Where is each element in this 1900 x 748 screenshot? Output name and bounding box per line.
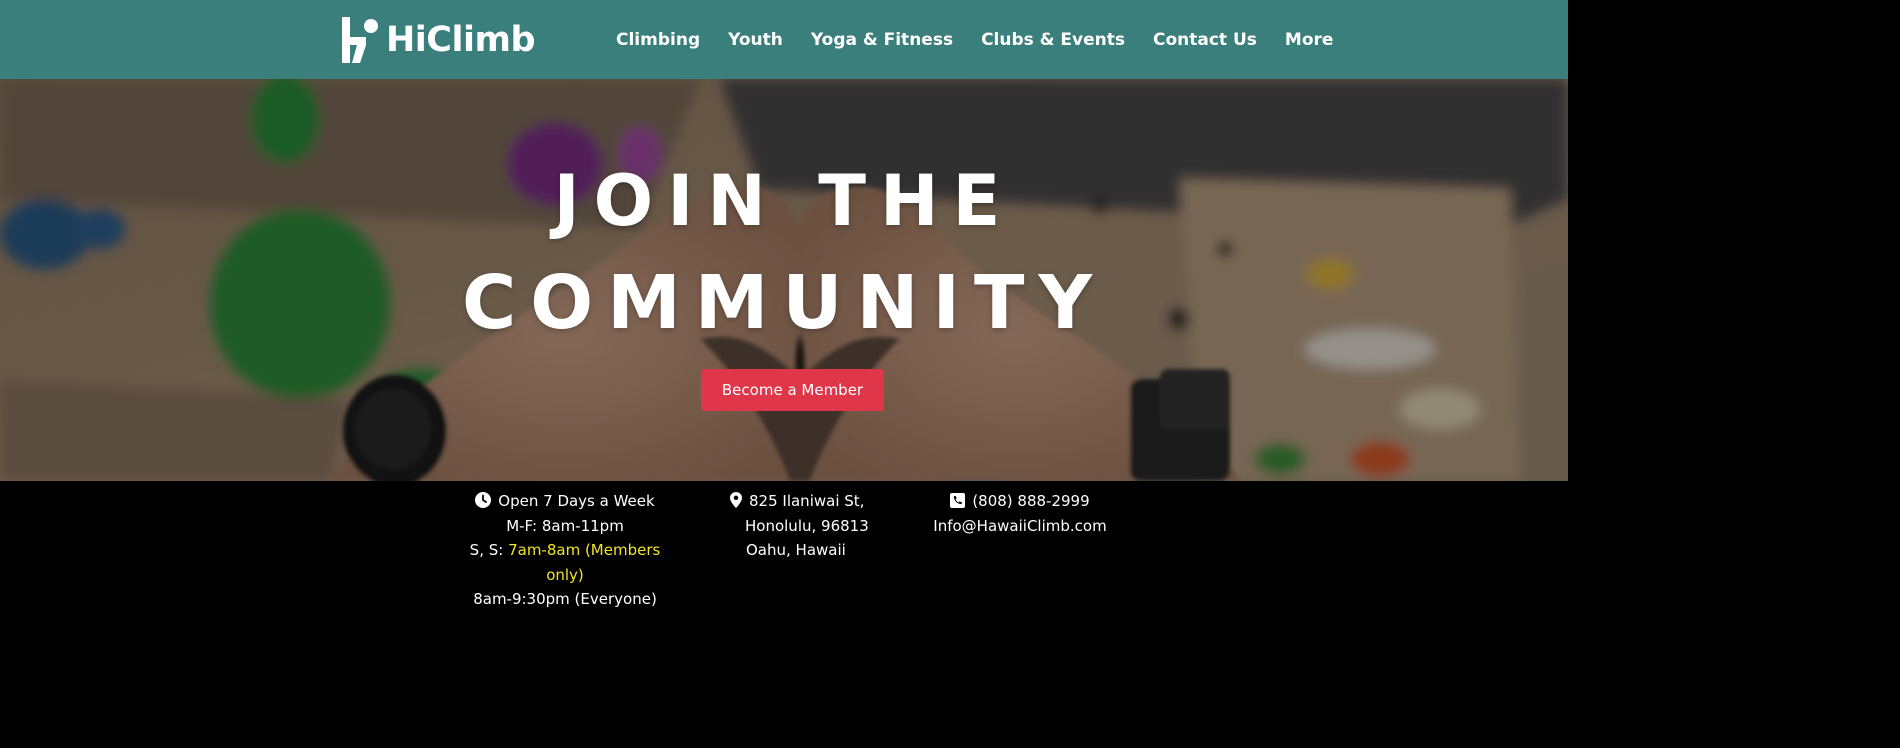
hours-weekend-prefix: S, S: [469, 541, 509, 559]
nav-youth[interactable]: Youth [728, 30, 783, 50]
info-bar: Open 7 Days a Week M-F: 8am-11pm S, S: 7… [0, 481, 1568, 617]
hours-block: Open 7 Days a Week M-F: 8am-11pm S, S: 7… [465, 489, 665, 612]
address-region: Oahu, Hawaii [746, 541, 846, 559]
address-block: 825 Ilaniwai St, Honolulu, 96813 Oahu, H… [720, 489, 870, 563]
nav-climbing[interactable]: Climbing [616, 30, 700, 50]
main-nav: Climbing Youth Yoga & Fitness Clubs & Ev… [602, 0, 1347, 79]
hi-climb-mark-icon [342, 17, 378, 63]
contact-phone[interactable]: (808) 888-2999 [972, 492, 1089, 510]
hours-weekday: M-F: 8am-11pm [506, 516, 624, 535]
logo[interactable]: HiClimb [340, 14, 536, 66]
map-pin-icon [730, 492, 742, 508]
nav-yoga-fitness[interactable]: Yoga & Fitness [811, 30, 953, 50]
nav-contact-us[interactable]: Contact Us [1153, 30, 1257, 50]
hero-title-line1: JOIN THE [553, 160, 1015, 242]
contact-email[interactable]: Info@HawaiiClimb.com [920, 514, 1120, 539]
contact-block: (808) 888-2999 Info@HawaiiClimb.com [920, 489, 1120, 538]
nav-more[interactable]: More [1285, 30, 1334, 50]
become-member-button[interactable]: Become a Member [701, 369, 884, 411]
address-street: 825 Ilaniwai St, [749, 492, 865, 510]
hours-members-only: 7am-8am (Members [508, 541, 661, 559]
hours-members-only-cont: only) [546, 565, 584, 584]
phone-icon [950, 493, 966, 508]
clock-icon [475, 492, 492, 508]
site-header: HiClimb Climbing Youth Yoga & Fitness Cl… [0, 0, 1568, 79]
hours-open-days: Open 7 Days a Week [498, 492, 655, 510]
hero-banner: JOIN THE COMMUNITY Become a Member [0, 79, 1568, 481]
hero-title-line2: COMMUNITY [461, 260, 1107, 346]
brand-name: HiClimb [386, 19, 536, 60]
address-city: Honolulu, 96813 [745, 516, 869, 535]
nav-clubs-events[interactable]: Clubs & Events [981, 30, 1125, 50]
hours-everyone: 8am-9:30pm (Everyone) [473, 590, 657, 608]
